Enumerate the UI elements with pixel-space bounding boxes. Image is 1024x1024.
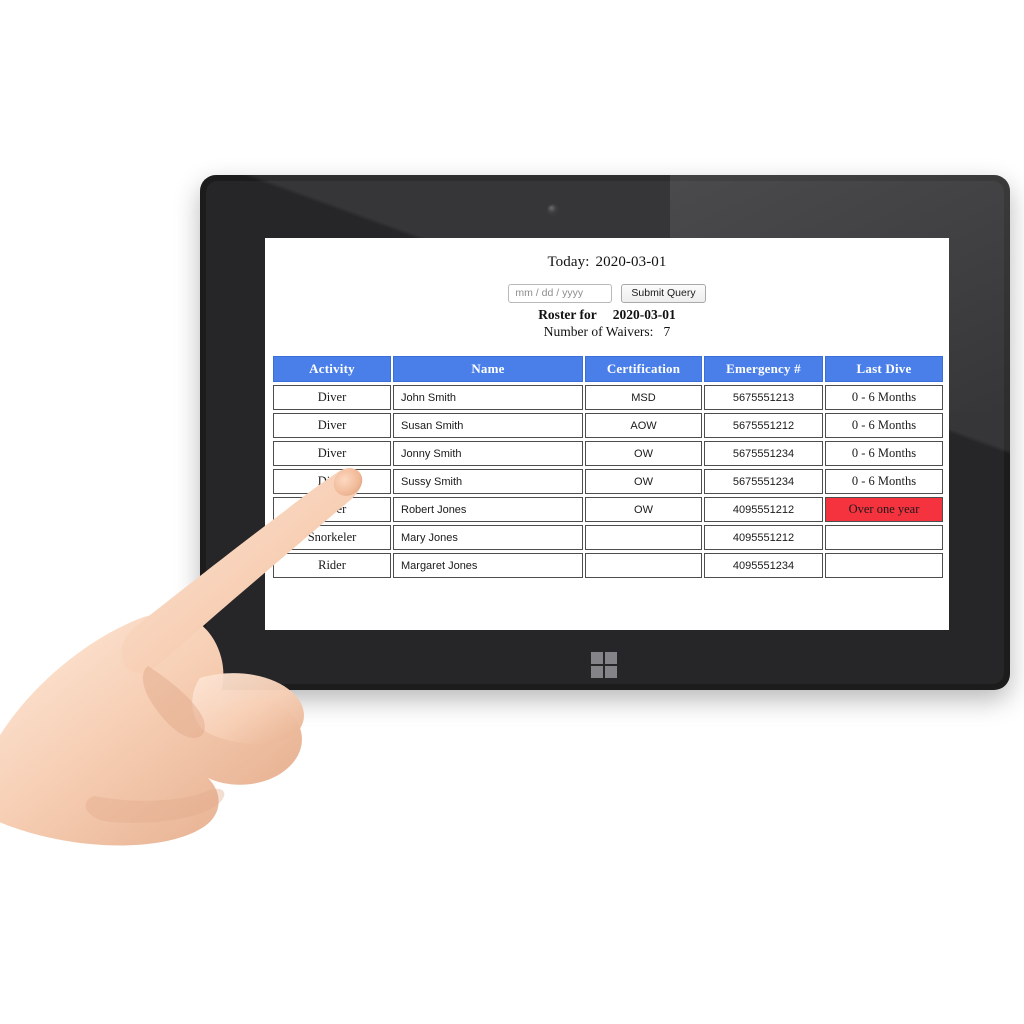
query-form: mm / dd / yyyy Submit Query — [271, 284, 943, 303]
table-row[interactable]: Snorkeler Mary Jones 4095551212 — [273, 525, 943, 550]
cell-activity: Diver — [273, 385, 391, 410]
table-header-row: Activity Name Certification Emergency # … — [273, 356, 943, 382]
cell-emergency: 5675551234 — [704, 441, 823, 466]
cell-certification: OW — [585, 497, 702, 522]
cell-name: Jonny Smith — [393, 441, 583, 466]
column-header-emergency[interactable]: Emergency # — [704, 356, 823, 382]
cell-emergency: 5675551212 — [704, 413, 823, 438]
cell-certification — [585, 525, 702, 550]
cell-emergency: 4095551234 — [704, 553, 823, 578]
cell-last-dive — [825, 525, 943, 550]
cell-certification: MSD — [585, 385, 702, 410]
table-row[interactable]: Diver John Smith MSD 5675551213 0 - 6 Months — [273, 385, 943, 410]
date-input[interactable]: mm / dd / yyyy — [508, 284, 613, 303]
today-value: 2020-03-01 — [595, 254, 667, 270]
cell-certification — [585, 553, 702, 578]
cell-name: Sussy Smith — [393, 469, 583, 494]
cell-last-dive: 0 - 6 Months — [825, 469, 943, 494]
roster-for-line: Roster for 2020-03-01 — [271, 307, 943, 323]
waivers-count-line: Number of Waivers: 7 — [271, 324, 943, 340]
table-row[interactable]: Diver Jonny Smith OW 5675551234 0 - 6 Months — [273, 441, 943, 466]
cell-activity: Snorkeler — [273, 525, 391, 550]
cell-last-dive: 0 - 6 Months — [825, 413, 943, 438]
table-row[interactable]: Diver Sussy Smith OW 5675551234 0 - 6 Months — [273, 469, 943, 494]
roster-for-date: 2020-03-01 — [612, 307, 676, 322]
roster-table: Activity Name Certification Emergency # … — [271, 353, 945, 581]
column-header-last-dive[interactable]: Last Dive — [825, 356, 943, 382]
table-row[interactable]: Diver Susan Smith AOW 5675551212 0 - 6 Month… — [273, 413, 943, 438]
windows-pane-br — [605, 666, 617, 678]
roster-web-page: Today: 2020-03-01 mm / dd / yyyy Submit Q… — [265, 238, 949, 630]
windows-pane-tl — [591, 652, 603, 664]
cell-emergency: 5675551213 — [704, 385, 823, 410]
cell-emergency: 4095551212 — [704, 497, 823, 522]
cell-last-dive: 0 - 6 Months — [825, 385, 943, 410]
cell-last-dive: Over one year — [825, 497, 943, 522]
today-line: Today: 2020-03-01 — [271, 254, 943, 271]
cell-name: Susan Smith — [393, 413, 583, 438]
tablet-screen: Today: 2020-03-01 mm / dd / yyyy Submit Q… — [265, 238, 949, 630]
table-row[interactable]: Diver Robert Jones OW 4095551212 Over one ye… — [273, 497, 943, 522]
column-header-activity[interactable]: Activity — [273, 356, 391, 382]
cell-certification: AOW — [585, 413, 702, 438]
roster-for-label: Roster for — [538, 307, 597, 322]
table-body: Diver John Smith MSD 5675551213 0 - 6 Months… — [273, 385, 943, 578]
cell-name: Mary Jones — [393, 525, 583, 550]
cell-last-dive: 0 - 6 Months — [825, 441, 943, 466]
cell-last-dive — [825, 553, 943, 578]
cell-activity: Diver — [273, 469, 391, 494]
column-header-certification[interactable]: Certification — [585, 356, 702, 382]
hand-shading — [142, 666, 205, 738]
cell-name: Margaret Jones — [393, 553, 583, 578]
cell-certification: OW — [585, 469, 702, 494]
cell-activity: Diver — [273, 413, 391, 438]
table-row[interactable]: Rider Margaret Jones 4095551234 — [273, 553, 943, 578]
cell-name: Robert Jones — [393, 497, 583, 522]
cell-activity: Diver — [273, 441, 391, 466]
windows-logo-icon[interactable] — [591, 652, 617, 678]
front-camera-icon — [548, 205, 557, 214]
waivers-count: 7 — [663, 324, 671, 339]
submit-query-button[interactable]: Submit Query — [621, 284, 706, 303]
hand-shading-lower — [85, 788, 225, 823]
cell-emergency: 4095551212 — [704, 525, 823, 550]
cell-name: John Smith — [393, 385, 583, 410]
column-header-name[interactable]: Name — [393, 356, 583, 382]
cell-activity: Diver — [273, 497, 391, 522]
windows-pane-bl — [591, 666, 603, 678]
waivers-label: Number of Waivers: — [543, 324, 654, 339]
windows-pane-tr — [605, 652, 617, 664]
cell-certification: OW — [585, 441, 702, 466]
cell-emergency: 5675551234 — [704, 469, 823, 494]
cell-activity: Rider — [273, 553, 391, 578]
today-label: Today: — [547, 254, 590, 270]
